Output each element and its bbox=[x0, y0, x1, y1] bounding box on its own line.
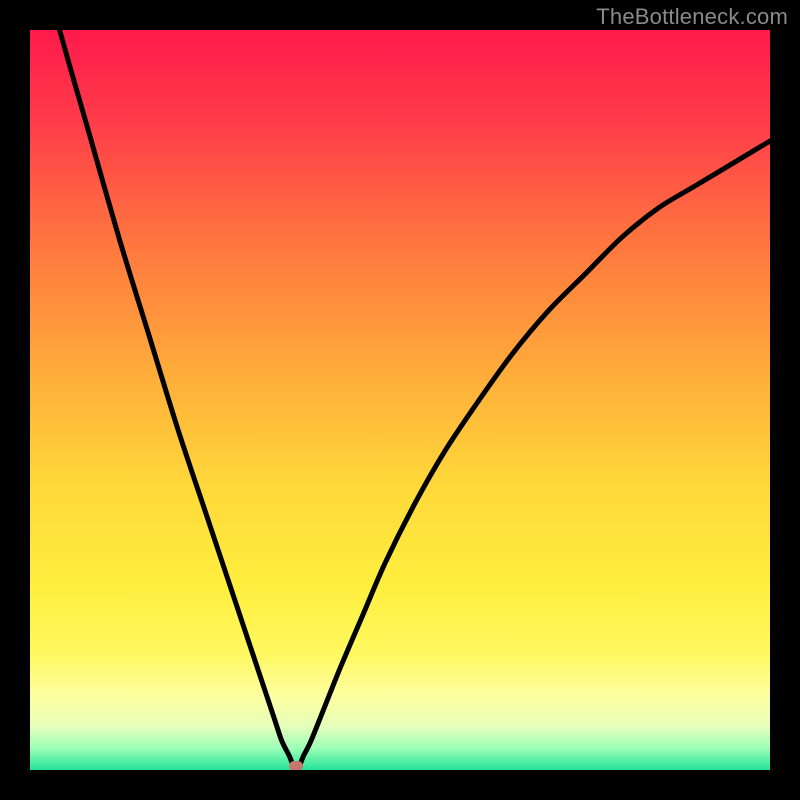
optimal-marker bbox=[289, 761, 303, 770]
chart-frame: TheBottleneck.com bbox=[0, 0, 800, 800]
bottleneck-curve bbox=[30, 30, 770, 770]
plot-area bbox=[30, 30, 770, 770]
watermark-text: TheBottleneck.com bbox=[596, 4, 788, 30]
